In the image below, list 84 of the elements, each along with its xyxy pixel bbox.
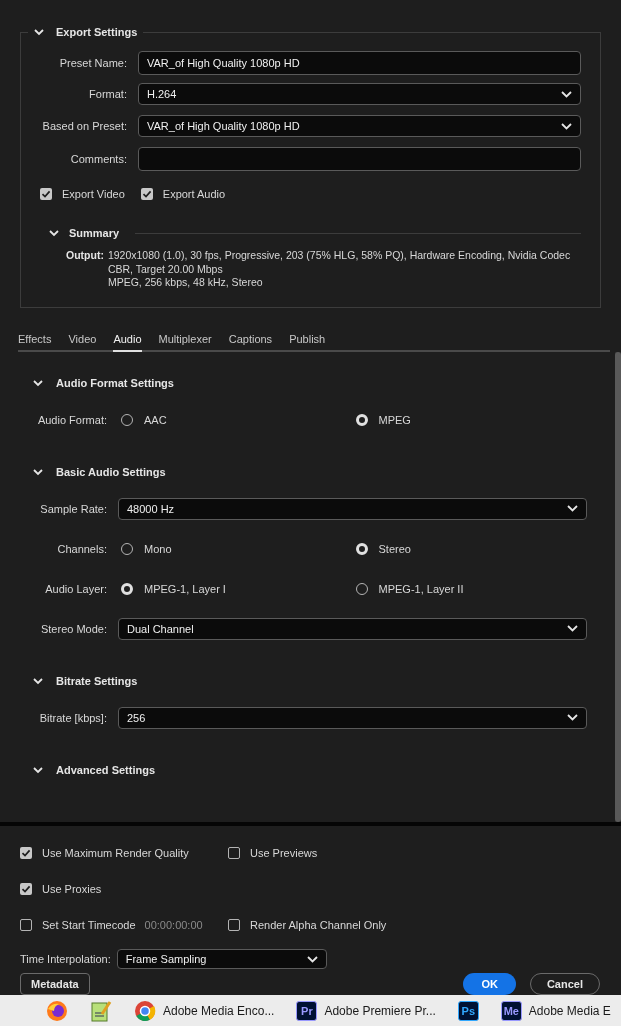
checkbox-label: Render Alpha Channel Only xyxy=(250,919,387,931)
notepad-icon[interactable] xyxy=(90,999,112,1022)
taskbar-label[interactable]: Adobe Premiere Pr... xyxy=(324,1003,436,1018)
caret-icon xyxy=(561,90,572,98)
cancel-button[interactable]: Cancel xyxy=(529,973,600,995)
field-label: Preset Name: xyxy=(58,57,127,69)
checkbox[interactable] xyxy=(20,919,32,931)
tab[interactable]: Video xyxy=(68,332,97,352)
field-label: Stereo Mode: xyxy=(39,622,107,635)
dropdown[interactable]: VAR_of High Quality 1080p HD xyxy=(138,115,581,137)
dropdown[interactable]: Frame Sampling xyxy=(116,949,327,969)
checkbox[interactable] xyxy=(40,188,52,200)
taskbar-label[interactable]: Adobe Media Enco... xyxy=(163,1003,275,1018)
caret-icon xyxy=(561,122,572,130)
section-title: Export Settings xyxy=(56,26,138,38)
field-label: Sample Rate: xyxy=(39,502,107,515)
timecode-value: 00:00:00:00 xyxy=(144,919,203,931)
chevron-icon[interactable] xyxy=(33,764,43,775)
checkbox-label: Export Video xyxy=(62,188,125,200)
radio-button[interactable] xyxy=(121,582,133,595)
checkbox-label: Use Proxies xyxy=(42,883,102,895)
radio-button[interactable] xyxy=(355,542,368,555)
checkbox-label: Set Start Timecode xyxy=(42,919,136,931)
output-label: Output: xyxy=(66,249,104,263)
taskbar-label[interactable]: Adobe Media E xyxy=(528,1003,611,1018)
metadata-button[interactable]: Metadata xyxy=(20,973,90,995)
ok-button[interactable]: OK xyxy=(463,973,516,995)
checkbox-label: Use Maximum Render Quality xyxy=(42,847,189,859)
radio-label: AAC xyxy=(144,413,167,426)
section-title: Basic Audio Settings xyxy=(56,465,166,478)
radio-label: Stereo xyxy=(378,542,411,555)
field-label: Channels: xyxy=(56,542,107,555)
dropdown[interactable]: 256 xyxy=(118,706,587,729)
radio-label: MPEG xyxy=(378,413,411,426)
field-label: Format: xyxy=(88,88,127,100)
tab[interactable]: Effects xyxy=(18,332,52,352)
app-icon[interactable]: Pr xyxy=(296,1000,318,1021)
summary-text: 1920x1080 (1.0), 30 fps, Progressive, 203 (75% HLG, 58% PQ), Hardware Encoding, Nvidia Codec xyxy=(107,249,571,263)
radio-label: Mono xyxy=(144,542,172,555)
tab[interactable]: Publish xyxy=(289,332,326,352)
dropdown[interactable]: Dual Channel xyxy=(118,617,587,640)
caret-icon xyxy=(567,505,578,512)
field-label: Based on Preset: xyxy=(41,120,127,132)
summary-text: MPEG, 256 kbps, 48 kHz, Stereo xyxy=(107,276,264,290)
caret-icon xyxy=(567,714,578,721)
summary-text: CBR, Target 20.00 Mbps xyxy=(107,262,224,276)
browser-icon[interactable] xyxy=(134,999,156,1022)
caret-icon xyxy=(567,625,578,632)
scrollbar[interactable] xyxy=(615,351,621,822)
chevron-icon[interactable] xyxy=(34,27,44,37)
checkbox[interactable] xyxy=(228,919,240,931)
field-label: Audio Format: xyxy=(36,413,107,426)
text-field[interactable]: VAR_of High Quality 1080p HD xyxy=(138,51,581,75)
checkbox[interactable] xyxy=(20,847,32,859)
field-label: Time Interpolation: xyxy=(20,953,111,965)
field-label: Bitrate [kbps]: xyxy=(38,711,107,724)
tab[interactable]: Captions xyxy=(228,332,273,352)
section-title: Bitrate Settings xyxy=(56,674,138,687)
chevron-icon[interactable] xyxy=(33,377,43,388)
app-icon[interactable]: Ps xyxy=(457,1000,479,1021)
tab[interactable]: Multiplexer xyxy=(158,332,212,352)
checkbox[interactable] xyxy=(228,847,240,859)
field-label: Comments: xyxy=(69,153,127,165)
radio-button[interactable] xyxy=(355,413,368,426)
chevron-icon[interactable] xyxy=(49,228,59,238)
chevron-icon[interactable] xyxy=(33,675,43,686)
radio-label: MPEG-1, Layer I xyxy=(144,582,226,595)
section-title: Summary xyxy=(69,227,120,239)
checkbox-label: Use Previews xyxy=(250,847,318,859)
field-label: Audio Layer: xyxy=(44,582,107,595)
tab[interactable]: Audio xyxy=(113,332,142,352)
section-title: Advanced Settings xyxy=(56,763,156,776)
dropdown[interactable]: 48000 Hz xyxy=(118,497,587,520)
browser-icon[interactable] xyxy=(46,999,68,1022)
app-icon[interactable]: Me xyxy=(500,1000,522,1021)
radio-label: MPEG-1, Layer II xyxy=(378,582,464,595)
caret-icon xyxy=(306,955,318,963)
dropdown[interactable]: H.264 xyxy=(138,83,581,105)
section-title: Audio Format Settings xyxy=(56,376,174,389)
checkbox[interactable] xyxy=(140,188,153,200)
chevron-icon[interactable] xyxy=(33,466,43,477)
checkbox-label: Export Audio xyxy=(162,188,226,200)
checkbox[interactable] xyxy=(20,883,32,895)
text-field[interactable] xyxy=(138,147,581,171)
